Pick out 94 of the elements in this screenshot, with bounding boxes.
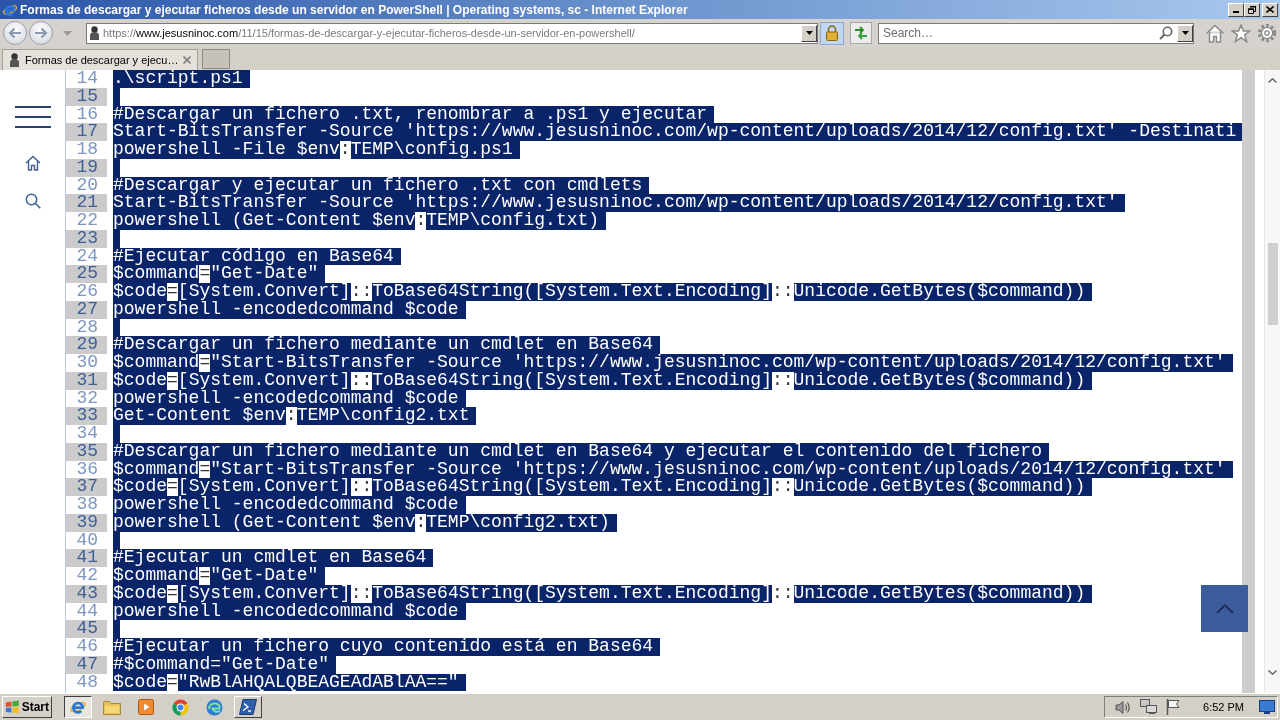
code-text: .\script.ps1	[113, 70, 243, 88]
speaker-icon[interactable]	[1115, 699, 1132, 715]
star-icon[interactable]	[1231, 23, 1251, 43]
code-text: #Ejecutar un cmdlet en Base64	[113, 549, 427, 567]
address-dropdown-button[interactable]	[801, 24, 817, 42]
back-button[interactable]	[3, 21, 27, 45]
network-icon[interactable]	[1140, 699, 1158, 715]
code-text: $code	[113, 478, 167, 496]
round-logo-icon	[171, 698, 189, 716]
code-text: Unicode.GetBytes($command))	[793, 478, 1086, 496]
caret-icon	[805, 31, 813, 35]
flag-icon[interactable]	[1166, 699, 1181, 715]
code-text: $command	[113, 265, 200, 283]
code-text: Start-BitsTransfer -Source 'https://www.jesusninoc.com/wp-content/uploads/2014/12/config.txt'	[113, 194, 1118, 212]
code-text: "Get-Date"	[210, 265, 319, 283]
code-text: #Descargar un fichero .txt, renombrar a .ps1 y ejecutar	[113, 105, 708, 124]
caret-icon	[1181, 31, 1189, 35]
code-text: [System.Convert]	[177, 478, 351, 496]
flag-logo-icon	[5, 700, 20, 714]
line-number: 45	[66, 620, 107, 638]
line-number: 33	[66, 407, 107, 425]
code-text: ToBase64String([System.Text.Encoding]	[372, 283, 772, 301]
search-icon[interactable]	[1159, 26, 1173, 40]
code-text: #Descargar un fichero mediante un cmdlet en Base64	[113, 336, 654, 354]
menu-icon[interactable]	[14, 106, 51, 128]
arrows-icon	[853, 26, 869, 40]
code-text: Unicode.GetBytes($command))	[793, 584, 1086, 603]
minimize-icon	[1233, 11, 1239, 13]
line-number: 41	[66, 549, 107, 567]
code-text: $command	[113, 354, 200, 372]
code-text: powershell (Get-Content $env	[113, 212, 416, 230]
line-number: 29	[66, 336, 107, 354]
taskbar-button[interactable]	[64, 696, 92, 718]
code-text: TEMP\config.ps1	[350, 141, 513, 159]
close-button[interactable]	[1262, 2, 1278, 17]
code-text: "Start-BitsTransfer -Source 'https://www.jesusninoc.com/wp-content/uploads/2014/12/config.txt'	[210, 354, 1226, 372]
line-number: 21	[66, 194, 107, 212]
address-text: https://www.jesusninoc.com/11/15/formas-de-descargar-y-ejecutar-ficheros-desde-un-servidor-en-powershell/	[103, 27, 635, 39]
code-text: TEMP\config2.txt	[296, 407, 470, 425]
settings-icon[interactable]	[1257, 23, 1277, 43]
play-icon	[138, 699, 154, 715]
code-text: $command	[113, 567, 200, 585]
scroll-up-icon[interactable]	[1268, 78, 1277, 83]
code-text: ToBase64String([System.Text.Encoding]	[372, 478, 772, 496]
tab[interactable]: Formas de descargar y ejecu…	[2, 49, 198, 70]
lock-icon	[825, 25, 839, 41]
restore-button[interactable]	[1244, 2, 1260, 17]
code-text: [System.Convert]	[177, 283, 351, 301]
code-text: Start-BitsTransfer -Source 'https://www.jesusninoc.com/wp-content/uploads/2014/12/config.txt' -Destinati	[113, 123, 1237, 141]
search-field[interactable]: Search…	[878, 22, 1194, 44]
scrollbar[interactable]	[1264, 70, 1280, 693]
scrollbar-thumb[interactable]	[1267, 243, 1278, 325]
restore-icon	[1248, 5, 1256, 14]
clock: 6:52 PM	[1203, 701, 1244, 713]
start-button[interactable]: Start	[2, 696, 52, 718]
code-text: #Descargar y ejecutar un fichero .txt con cmdlets	[113, 176, 643, 195]
search-icon[interactable]	[24, 193, 41, 209]
code-text: Unicode.GetBytes($command))	[793, 283, 1086, 301]
code-text: powershell -encodedcommand $code	[113, 496, 459, 514]
folder-icon	[103, 699, 121, 715]
home-icon[interactable]	[24, 155, 41, 171]
code-text: Get-Content $env	[113, 407, 286, 425]
code-text: #Ejecutar código en Base64	[113, 247, 394, 266]
forward-button[interactable]	[29, 21, 53, 45]
back-arrow-icon	[8, 27, 22, 39]
window-title: Formas de descargar y ejecutar ficheros desde un servidor en PowerShell | Operating systems, sc - Internet Explorer	[20, 2, 688, 17]
scroll-down-icon[interactable]	[1268, 670, 1277, 675]
code-scrollbar[interactable]	[1242, 70, 1255, 693]
code-text: TEMP\config2.txt)	[426, 513, 610, 532]
code-text: ToBase64String([System.Text.Encoding]	[372, 584, 772, 603]
close-icon[interactable]	[183, 56, 192, 64]
minimize-button[interactable]	[1228, 2, 1244, 17]
chevron-up-icon	[1215, 603, 1234, 614]
code-text: #Ejecutar un fichero cuyo contenido está en Base64	[113, 638, 654, 656]
terminal-icon	[239, 699, 257, 715]
code-text: $code	[113, 283, 167, 301]
site-icon	[9, 53, 20, 67]
refresh-button[interactable]	[850, 22, 872, 44]
home-icon[interactable]	[1205, 23, 1225, 43]
code-text: "Start-BitsTransfer -Source 'https://www.jesusninoc.com/wp-content/uploads/2014/12/config.txt'	[210, 460, 1226, 479]
code-text: "RwBlAHQALQBEAGEAdABlAA=="	[177, 673, 459, 692]
close-icon	[1266, 6, 1274, 13]
code-text: powershell -File $env	[113, 141, 340, 159]
code-text: #Descargar un fichero mediante un cmdlet en Base64 y ejecutar el contenido del fichero	[113, 442, 1042, 461]
code-text: "Get-Date"	[210, 567, 319, 585]
line-number: 37	[66, 478, 107, 496]
site-icon	[89, 26, 100, 40]
address-field[interactable]: https://www.jesusninoc.com/11/15/formas-de-descargar-y-ejecutar-ficheros-desde-un-servidor-en-powershell/	[86, 22, 818, 44]
code-text: TEMP\config.txt)	[426, 212, 600, 230]
wave-logo-icon	[205, 698, 223, 716]
line-number: 17	[66, 123, 107, 141]
line-number: 25	[66, 265, 107, 283]
desktop-icon[interactable]	[1259, 700, 1275, 714]
forward-arrow-icon	[34, 27, 48, 39]
